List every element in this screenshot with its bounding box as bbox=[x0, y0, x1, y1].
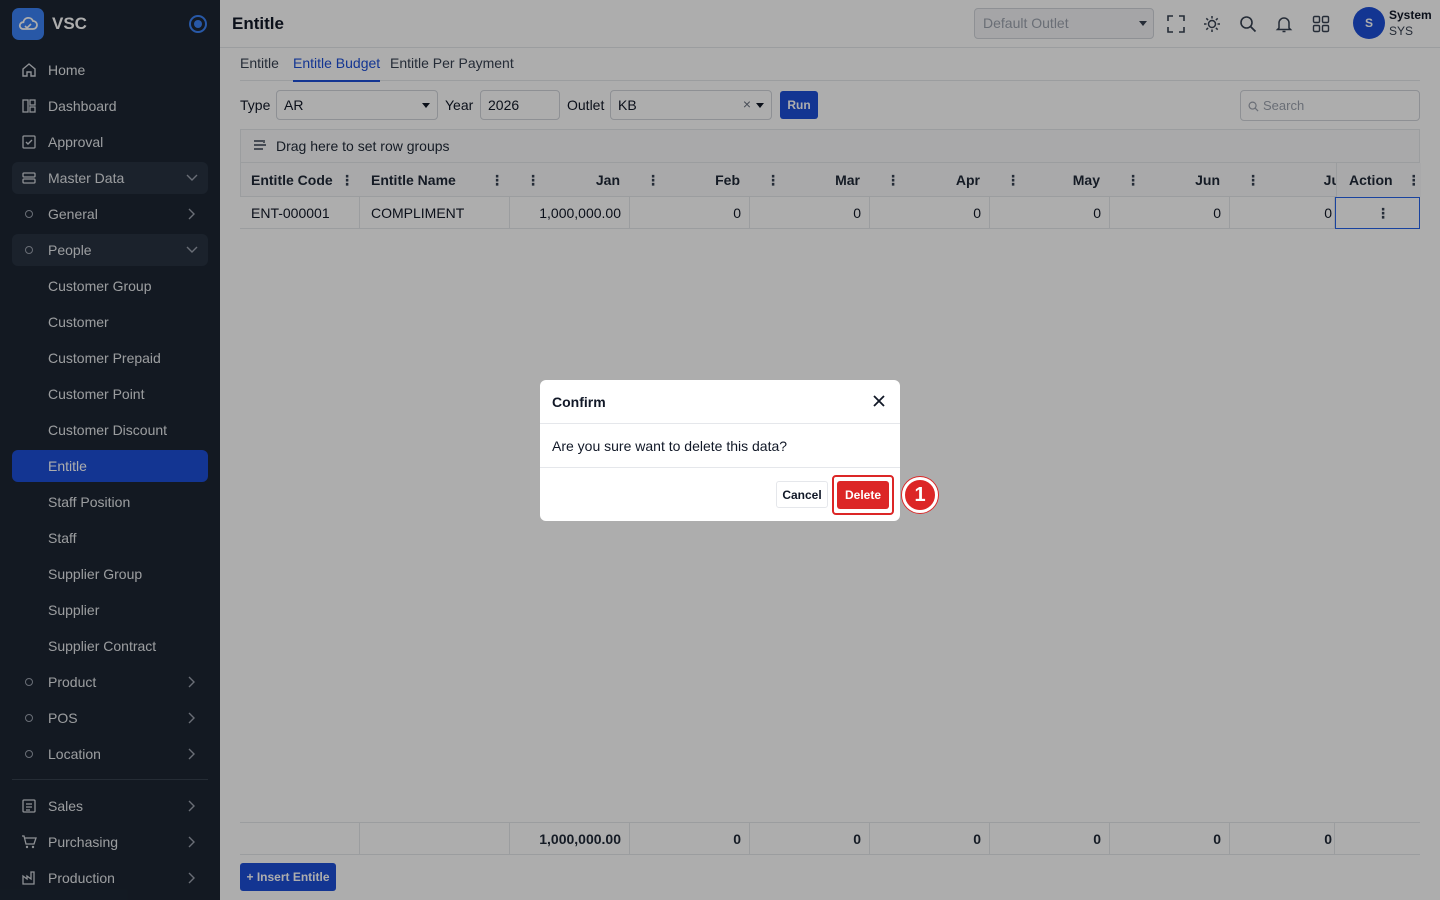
delete-button[interactable]: Delete bbox=[837, 481, 889, 509]
cancel-button[interactable]: Cancel bbox=[776, 481, 828, 508]
step-number-badge: 1 bbox=[902, 477, 938, 513]
dialog-message: Are you sure want to delete this data? bbox=[540, 424, 900, 468]
confirm-dialog: Confirm Are you sure want to delete this… bbox=[540, 380, 900, 521]
dialog-title: Confirm bbox=[540, 380, 900, 424]
close-icon[interactable] bbox=[872, 394, 886, 408]
delete-button-highlight: Delete bbox=[832, 475, 894, 515]
